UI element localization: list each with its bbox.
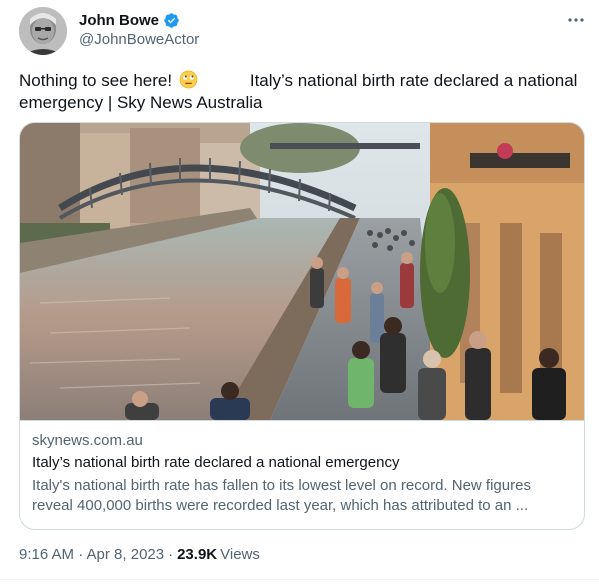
views-count[interactable]: 23.9K <box>177 546 217 563</box>
tweet-text-intro: Nothing to see here! <box>19 71 173 90</box>
tweet-footer: 9:16 AM · Apr 8, 2023 · 23.9K Views <box>19 546 260 563</box>
verified-badge-icon <box>163 12 180 29</box>
tweet[interactable]: John Bowe @JohnBoweActor Nothing to see … <box>0 0 599 584</box>
author-avatar[interactable] <box>19 7 67 55</box>
card-description: Italy's national birth rate has fallen t… <box>32 477 531 514</box>
card-image-canal-photo <box>20 123 584 420</box>
tweet-timestamp[interactable]: 9:16 AM · Apr 8, 2023 <box>19 546 164 563</box>
avatar-portrait-icon <box>19 7 67 55</box>
footer-separator: · <box>168 546 174 563</box>
link-preview-card[interactable]: skynews.com.au Italy’s national birth ra… <box>19 122 585 530</box>
card-meta: skynews.com.au Italy’s national birth ra… <box>20 420 584 529</box>
divider <box>0 579 599 580</box>
author-name-row: John Bowe <box>79 10 180 30</box>
views-label[interactable]: Views <box>220 546 260 563</box>
author-handle[interactable]: @JohnBoweActor <box>79 31 199 48</box>
card-domain[interactable]: skynews.com.au <box>32 432 143 449</box>
rolling-eyes-emoji-icon <box>179 70 198 89</box>
author-display-name[interactable]: John Bowe <box>79 12 159 29</box>
more-options-icon[interactable] <box>566 10 586 30</box>
tweet-text: Nothing to see here! Italy’s national bi… <box>19 70 579 114</box>
card-title[interactable]: Italy’s national birth rate declared a n… <box>32 454 399 471</box>
